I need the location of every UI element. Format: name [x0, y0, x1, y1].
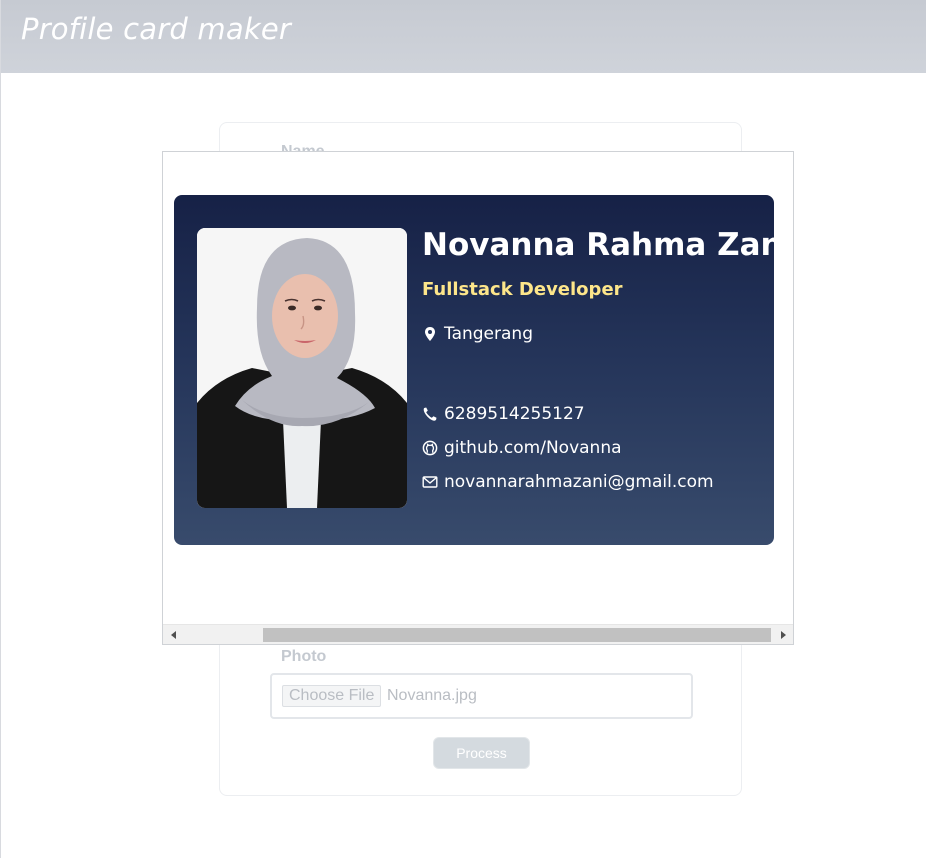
horizontal-scrollbar[interactable] [163, 624, 793, 644]
arrow-right-icon [780, 631, 786, 639]
github-icon [422, 440, 438, 456]
profile-card: Novanna Rahma Zani Fullstack Developer T… [174, 195, 774, 545]
email-text: novannarahmazani@gmail.com [444, 472, 714, 492]
photo-file-input[interactable]: Choose File Novanna.jpg [270, 673, 693, 719]
process-button[interactable]: Process [433, 737, 530, 769]
github-text: github.com/Novanna [444, 438, 622, 458]
github-row: github.com/Novanna [422, 437, 622, 459]
app-title: Profile card maker [21, 12, 291, 46]
scroll-right-arrow[interactable] [773, 625, 793, 645]
card-role: Fullstack Developer [422, 279, 623, 300]
app-header: Profile card maker [1, 0, 926, 73]
location-pin-icon [425, 327, 435, 341]
scroll-left-arrow[interactable] [163, 625, 183, 645]
phone-icon [423, 407, 437, 421]
scroll-thumb[interactable] [263, 628, 771, 642]
photo-label: Photo [281, 648, 327, 665]
location-row: Tangerang [422, 323, 533, 345]
card-preview-modal: Novanna Rahma Zani Fullstack Developer T… [162, 151, 794, 645]
arrow-left-icon [170, 631, 176, 639]
mail-icon [422, 476, 438, 488]
phone-text: 6289514255127 [444, 404, 585, 424]
selected-file-name: Novanna.jpg [387, 687, 477, 704]
phone-row: 6289514255127 [422, 403, 585, 425]
card-name: Novanna Rahma Zani [422, 227, 774, 263]
location-text: Tangerang [444, 324, 533, 344]
email-row: novannarahmazani@gmail.com [422, 471, 714, 493]
page-left-border [0, 0, 1, 858]
profile-photo [197, 228, 407, 508]
choose-file-button[interactable]: Choose File [282, 685, 382, 707]
